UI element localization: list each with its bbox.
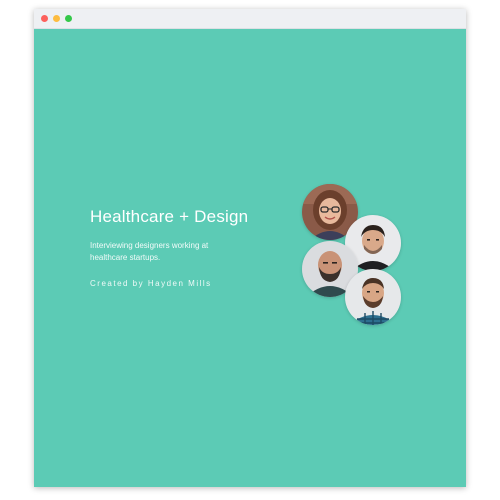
page-title: Healthcare + Design	[90, 207, 249, 226]
page-subtitle: Interviewing designers working at health…	[90, 241, 209, 262]
portrait-image	[345, 269, 401, 325]
close-window-button[interactable]	[41, 15, 48, 22]
browser-window: Healthcare + Design Interviewing designe…	[34, 9, 466, 487]
designer-avatar-man-plaid-shirt[interactable]	[345, 269, 401, 325]
minimize-window-button[interactable]	[53, 15, 60, 22]
maximize-window-button[interactable]	[65, 15, 72, 22]
window-titlebar	[34, 9, 466, 29]
page-content: Healthcare + Design Interviewing designe…	[34, 29, 466, 487]
author-credit: Created by Hayden Mills	[90, 279, 212, 288]
